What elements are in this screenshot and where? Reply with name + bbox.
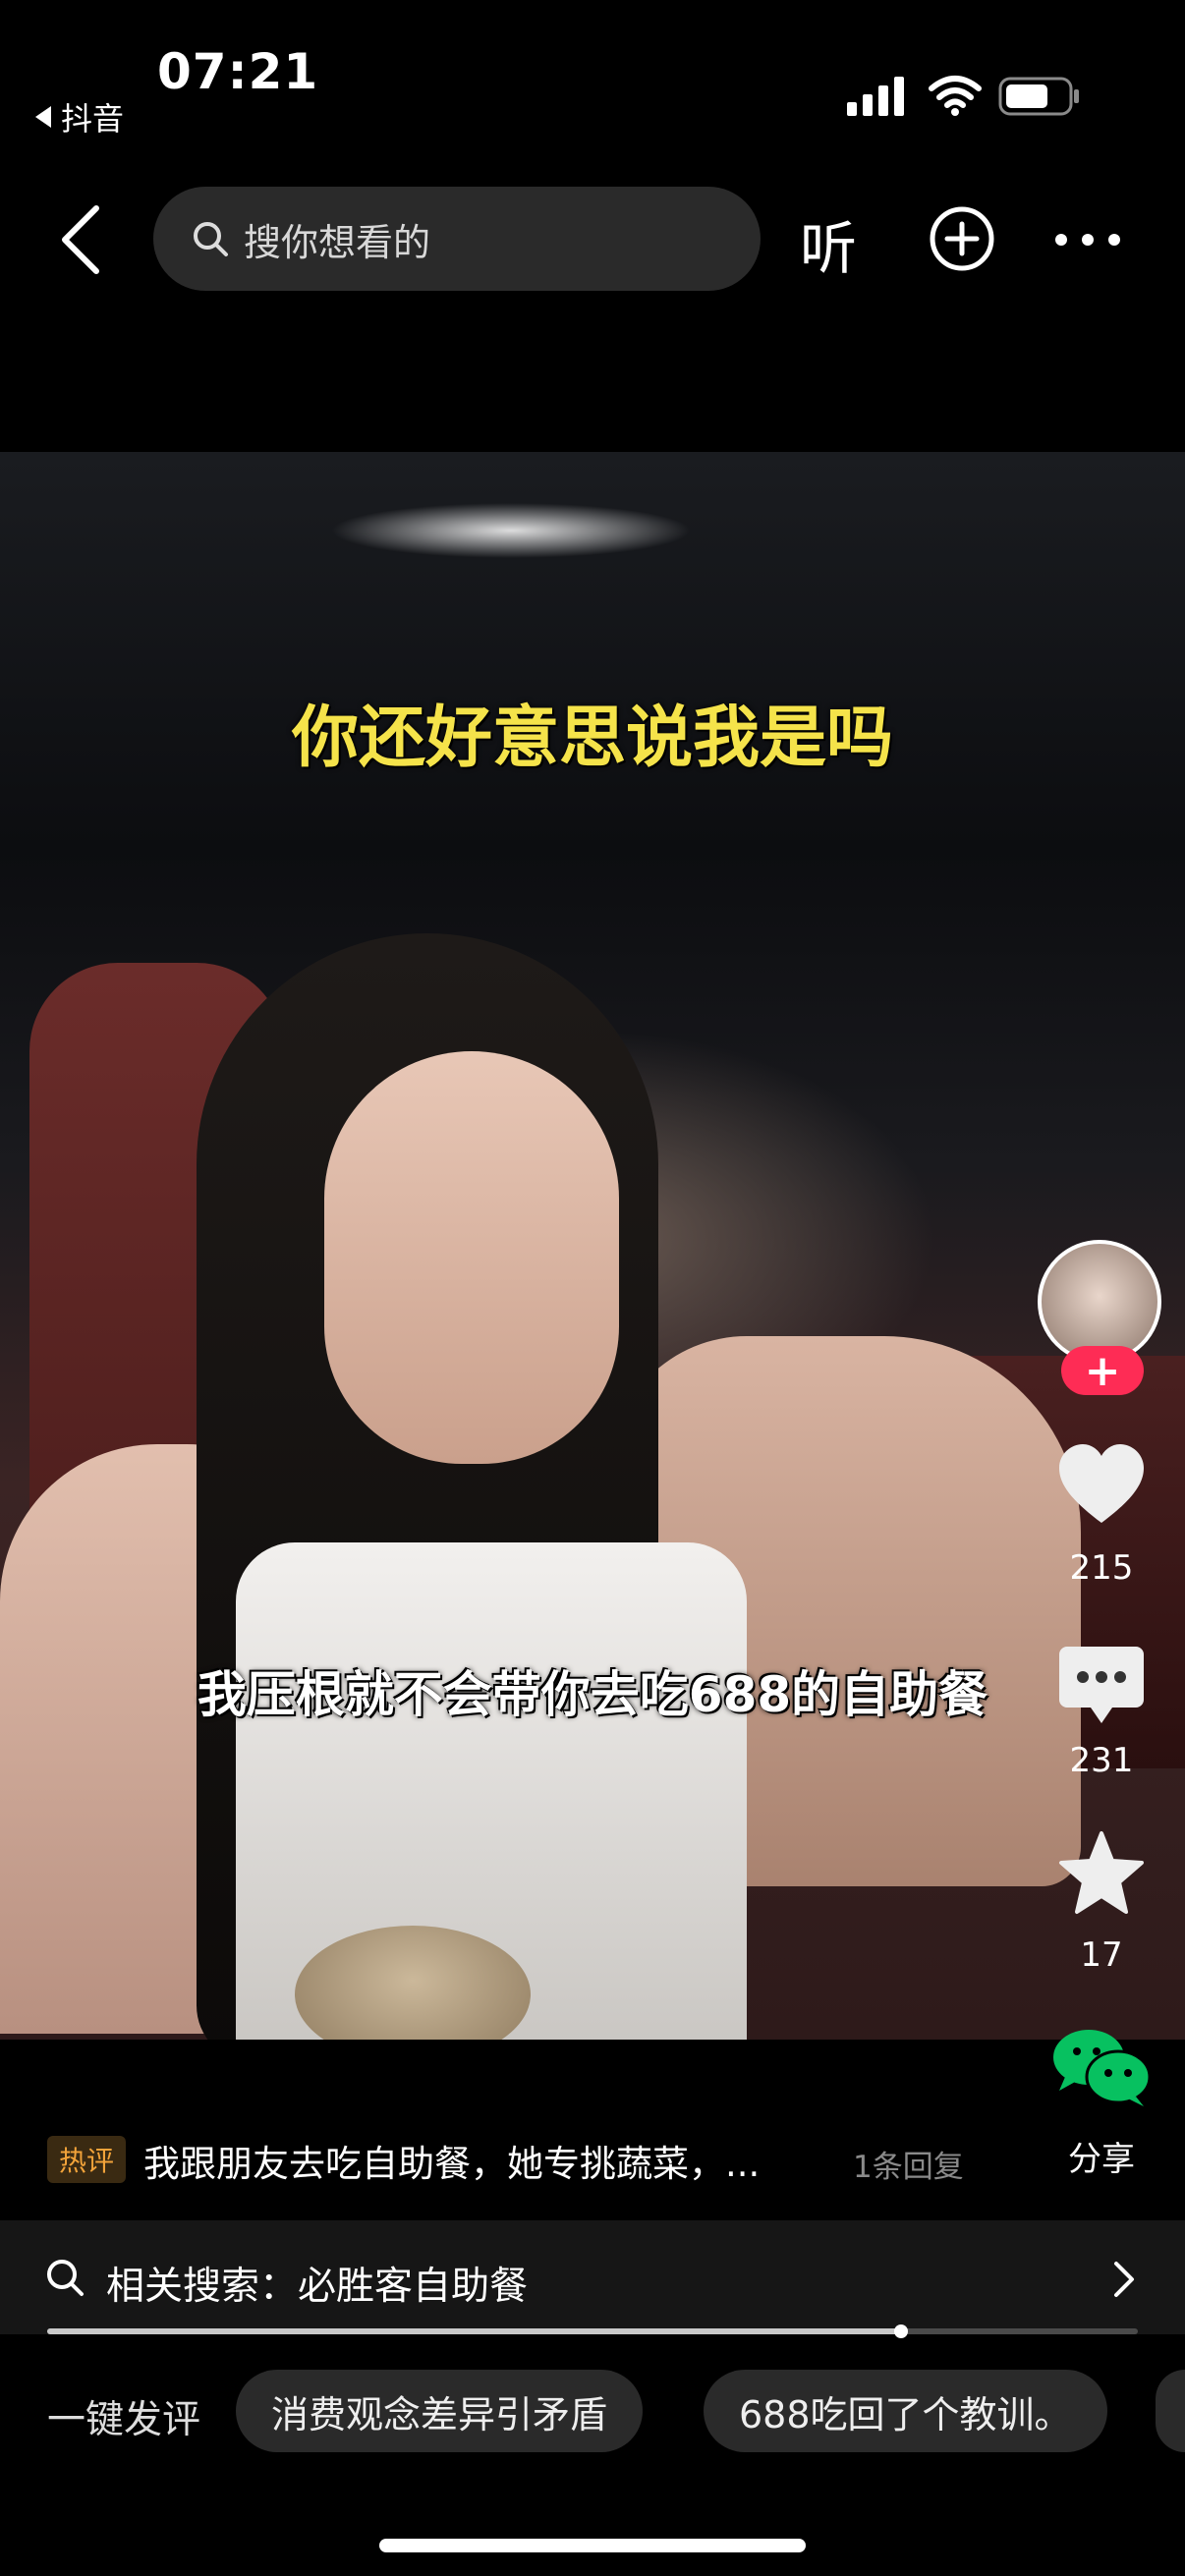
quick-comment-chip-overflow[interactable] [1156, 2370, 1185, 2452]
favorite-star-icon[interactable] [1057, 1829, 1146, 1918]
like-count: 215 [1069, 1548, 1134, 1588]
back-app-label: 抖音 [61, 100, 125, 138]
wifi-icon [929, 76, 982, 116]
more-options-icon[interactable] [1053, 232, 1122, 248]
hot-comment-replies[interactable]: 1条回复 [853, 2142, 964, 2186]
hot-comment-text[interactable]: 我跟朋友去吃自助餐，她专挑蔬菜，... [143, 2134, 760, 2187]
add-circle-icon[interactable] [928, 204, 996, 273]
quick-comment-label: 一键发评 [47, 2398, 201, 2442]
back-arrow-icon[interactable] [55, 202, 110, 277]
search-input[interactable]: 搜你想看的 [153, 187, 761, 291]
comment-count: 231 [1069, 1741, 1134, 1780]
search-placeholder: 搜你想看的 [244, 220, 431, 264]
playback-progress-fill [47, 2328, 902, 2334]
search-icon [194, 222, 228, 256]
hot-comment-tag: 热评 [47, 2136, 127, 2183]
share-label[interactable]: 分享 [1033, 2132, 1170, 2180]
back-to-app[interactable]: 抖音 [35, 94, 124, 140]
wechat-share-icon[interactable] [1051, 2026, 1154, 2108]
quick-comment-chip[interactable]: 688吃回了个教训。 [704, 2370, 1107, 2452]
playback-progress-handle[interactable] [894, 2324, 909, 2338]
cellular-signal-icon [847, 77, 904, 116]
listen-button[interactable]: 听 [800, 202, 857, 285]
battery-icon [998, 77, 1079, 116]
quick-comment-chip[interactable]: 消费观念差异引矛盾 [236, 2370, 644, 2452]
chevron-right-icon[interactable] [1112, 2260, 1136, 2299]
like-heart-icon[interactable] [1057, 1442, 1146, 1531]
home-indicator[interactable] [379, 2539, 806, 2552]
video-player[interactable]: 你还好意思说我是吗 我压根就不会带你去吃688的自助餐 [0, 452, 1185, 2040]
video-caption-middle: 我压根就不会带你去吃688的自助餐 [197, 1666, 988, 1723]
related-search-label[interactable]: 相关搜索：必胜客自助餐 [106, 2256, 528, 2311]
video-caption-top: 你还好意思说我是吗 [291, 700, 893, 777]
person-face [324, 1051, 619, 1464]
comment-bubble-icon[interactable] [1057, 1641, 1146, 1729]
follow-button[interactable]: + [1061, 1346, 1144, 1396]
status-time: 07:21 [157, 43, 319, 100]
search-icon [47, 2260, 84, 2296]
back-triangle-icon [35, 106, 51, 128]
favorite-count: 17 [1080, 1935, 1123, 1975]
